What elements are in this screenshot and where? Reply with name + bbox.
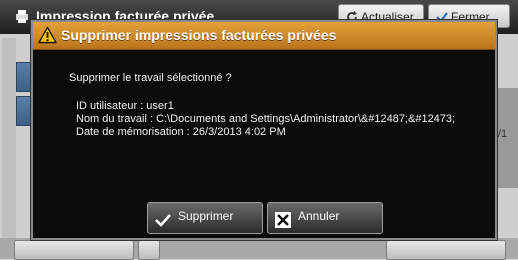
job-details: ID utilisateur : user1 Nom du travail : …	[76, 100, 455, 139]
confirmation-question: Supprimer le travail sélectionné ?	[69, 72, 232, 84]
job-name-text: Nom du travail : C:\Documents and Settin…	[76, 113, 456, 125]
check-icon	[155, 214, 171, 227]
user-id-text: ID utilisateur : user1	[76, 100, 174, 112]
stored-date-text: Date de mémorisation : 26/3/2013 4:02 PM	[76, 126, 286, 138]
x-icon	[275, 212, 291, 228]
dialog-title: Supprimer impressions facturées privées	[61, 27, 337, 43]
bottom-button[interactable]	[386, 240, 506, 260]
delete-button-label: Supprimer	[178, 209, 234, 223]
dialog-title-bar: Supprimer impressions facturées privées	[33, 22, 495, 50]
cancel-button[interactable]: Annuler	[267, 202, 383, 234]
bottom-button[interactable]	[14, 240, 134, 260]
delete-confirmation-dialog: Supprimer impressions facturées privées …	[31, 20, 497, 240]
bottom-button[interactable]	[138, 240, 160, 260]
delete-button[interactable]: Supprimer	[147, 202, 263, 234]
dialog-body: Supprimer le travail sélectionné ? ID ut…	[33, 50, 495, 238]
left-tab	[2, 38, 16, 238]
page-indicator: /1	[498, 128, 508, 140]
cancel-button-label: Annuler	[298, 209, 340, 223]
printer-icon	[16, 10, 28, 23]
warning-icon	[38, 26, 57, 44]
